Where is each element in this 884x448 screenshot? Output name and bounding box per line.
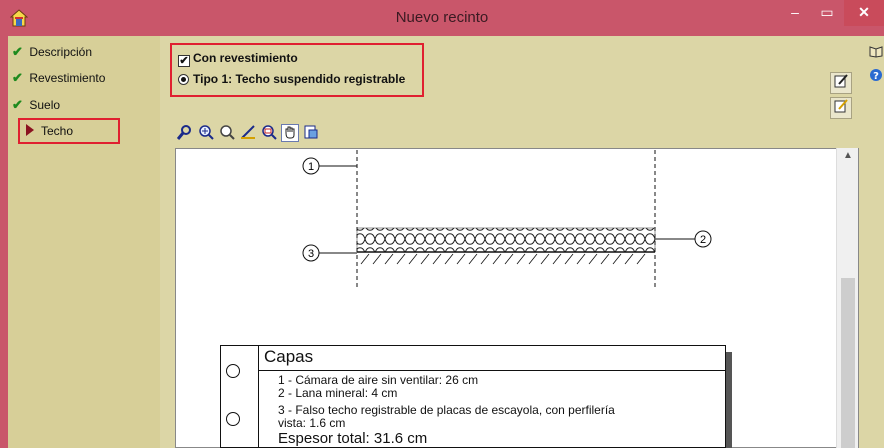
help-icon[interactable]: ? bbox=[868, 68, 884, 84]
maximize-button[interactable]: ▭ bbox=[812, 0, 842, 26]
layer-item-3: 3 - Falso techo registrable de placas de… bbox=[278, 403, 615, 417]
layers-divider-horizontal bbox=[258, 370, 726, 371]
pencil-icon bbox=[834, 74, 848, 88]
check-icon: ✔ bbox=[12, 44, 23, 59]
con-revestimiento-label: Con revestimiento bbox=[193, 51, 298, 65]
window-title: Nuevo recinto bbox=[395, 9, 489, 26]
sidebar-item-techo[interactable]: Techo bbox=[18, 118, 120, 144]
tipo-radio[interactable]: Tipo 1: Techo suspendido registrable bbox=[178, 72, 405, 86]
sidebar-item-descripcion[interactable]: ✔ Descripción bbox=[12, 42, 92, 62]
book-icon[interactable] bbox=[868, 44, 884, 60]
sidebar-item-label: Descripción bbox=[29, 45, 93, 59]
tipo-label: Tipo 1: Techo suspendido registrable bbox=[193, 72, 406, 86]
callout-1-label: 1 bbox=[308, 161, 314, 173]
total-thickness: Espesor total: 31.6 cm bbox=[278, 430, 428, 447]
sidebar-item-revestimiento[interactable]: ✔ Revestimiento bbox=[12, 68, 105, 88]
pencil-new-icon bbox=[834, 99, 848, 113]
callout-3-label: 3 bbox=[308, 248, 314, 260]
layer-item-3-cont: vista: 1.6 cm bbox=[278, 416, 346, 430]
layer-marker-top bbox=[226, 364, 240, 378]
checkbox-checked-icon: ✔ bbox=[178, 55, 190, 67]
close-button[interactable]: ✕ bbox=[844, 0, 884, 26]
scroll-up-icon[interactable]: ▲ bbox=[837, 150, 859, 164]
radio-selected-icon bbox=[178, 74, 189, 85]
con-revestimiento-checkbox[interactable]: ✔ Con revestimiento bbox=[178, 51, 298, 67]
pan-hand-icon[interactable] bbox=[281, 124, 299, 142]
mineral-wool-layer bbox=[357, 228, 655, 252]
edit-pencil-button[interactable] bbox=[830, 72, 852, 94]
callout-2-label: 2 bbox=[700, 234, 706, 246]
zoom-previous-icon[interactable] bbox=[218, 124, 236, 142]
zoom-extents-icon[interactable] bbox=[260, 124, 278, 142]
check-icon: ✔ bbox=[12, 70, 23, 85]
layers-shadow bbox=[726, 352, 732, 448]
vertical-scrollbar[interactable]: ▲ bbox=[836, 148, 858, 448]
layers-title: Capas bbox=[264, 347, 314, 366]
zoom-in-icon[interactable] bbox=[197, 124, 215, 142]
zoom-window-icon[interactable] bbox=[176, 124, 194, 142]
arrow-right-icon bbox=[26, 124, 34, 136]
print-preview-icon[interactable] bbox=[302, 124, 320, 142]
sidebar-item-suelo[interactable]: ✔ Suelo bbox=[12, 95, 60, 115]
ceiling-board-hatch bbox=[360, 253, 646, 265]
svg-text:?: ? bbox=[873, 71, 879, 82]
layer-marker-bottom bbox=[226, 412, 240, 426]
layers-divider-vertical bbox=[258, 345, 259, 448]
scroll-thumb[interactable] bbox=[841, 278, 855, 448]
sidebar-item-label: Revestimiento bbox=[29, 71, 106, 85]
sidebar-item-label: Techo bbox=[41, 124, 74, 138]
layer-item-2: 2 - Lana mineral: 4 cm bbox=[278, 386, 398, 400]
minimize-button[interactable]: – bbox=[780, 0, 810, 26]
edit-new-button[interactable] bbox=[830, 97, 852, 119]
sidebar-item-label: Suelo bbox=[29, 98, 61, 112]
measure-icon[interactable] bbox=[239, 124, 257, 142]
check-icon: ✔ bbox=[12, 97, 23, 112]
layer-item-1: 1 - Cámara de aire sin ventilar: 26 cm bbox=[278, 373, 479, 387]
